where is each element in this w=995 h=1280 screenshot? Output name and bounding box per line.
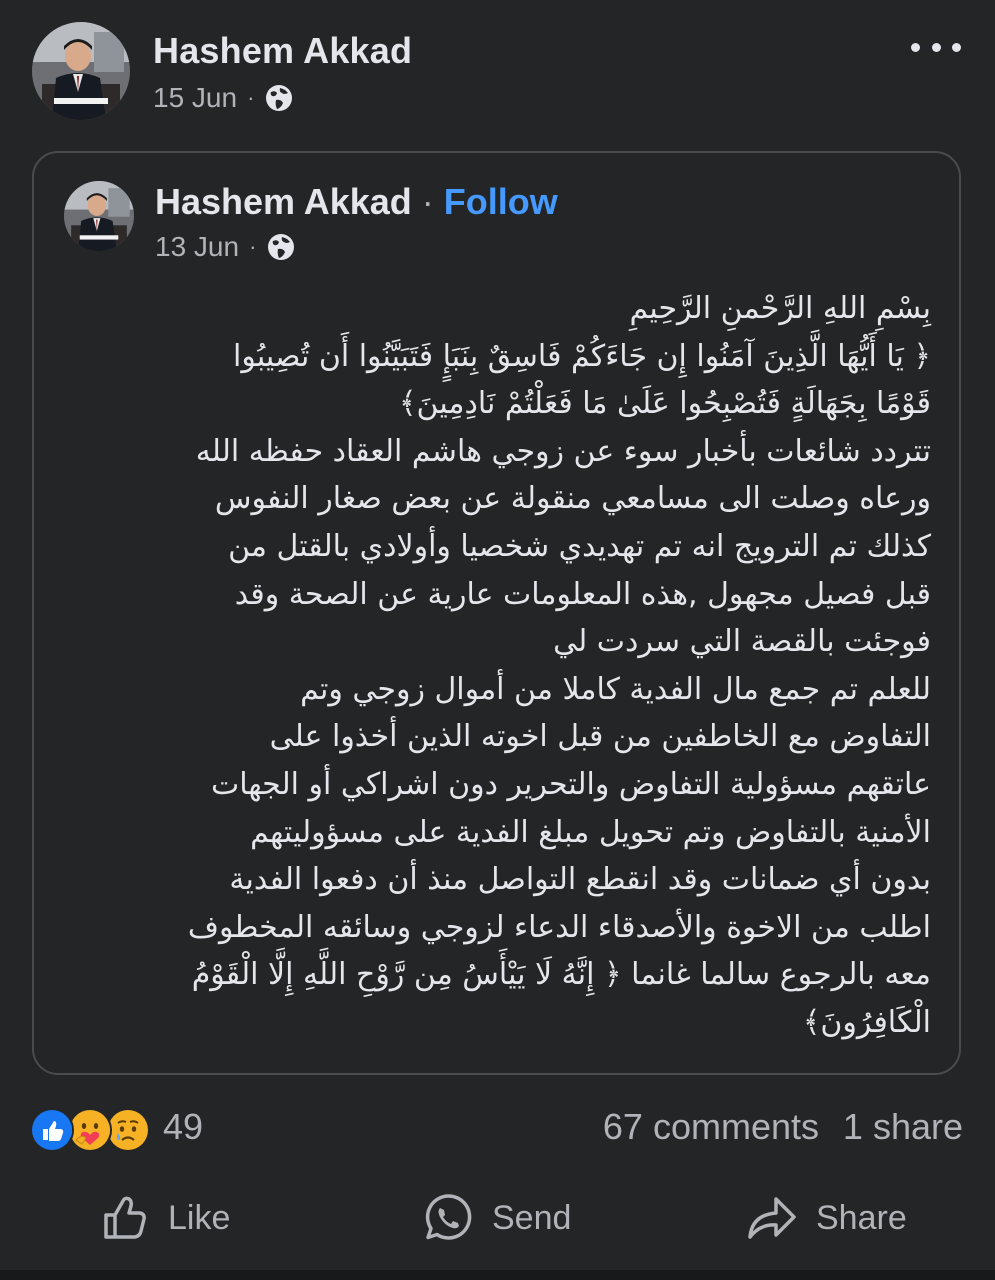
- reaction-count[interactable]: 49: [163, 1106, 203, 1148]
- comments-count[interactable]: 67 comments: [603, 1106, 819, 1148]
- post-text-line: الأمنية بالتفاوض وتم تحويل مبلغ الفدية ع…: [250, 814, 931, 850]
- sad-reaction-icon: [106, 1108, 150, 1152]
- whatsapp-icon: [425, 1194, 472, 1240]
- post-meta: 15 Jun ·: [153, 82, 294, 114]
- like-reaction-icon: [30, 1108, 74, 1152]
- post-text-line: فوجئت بالقصة التي سردت لي: [553, 624, 931, 660]
- author-name[interactable]: Hashem Akkad: [153, 30, 412, 72]
- post-text-line: تتردد شائعات بأخبار سوء عن زوجي هاشم الع…: [195, 433, 931, 469]
- post-date[interactable]: 15 Jun: [153, 82, 237, 114]
- shared-post-meta: 13 Jun ·: [155, 231, 296, 263]
- avatar-image: [64, 181, 134, 251]
- more-options-icon[interactable]: [911, 32, 961, 62]
- thumbs-up-icon: [104, 1196, 146, 1239]
- action-bar: Like Send Share: [0, 1180, 995, 1260]
- share-label: Share: [816, 1198, 907, 1237]
- post-text-line: اطلب من الاخوة والأصدقاء الدعاء لزوجي وس…: [187, 909, 931, 945]
- name-separator: ·: [421, 181, 434, 222]
- like-label: Like: [168, 1198, 231, 1237]
- like-button[interactable]: Like: [100, 1190, 230, 1246]
- shared-post-card[interactable]: Hashem Akkad · Follow 13 Jun · بِسْمِ ال…: [32, 151, 961, 1075]
- bottom-divider: [0, 1270, 995, 1280]
- post-text-line: للعلم تم جمع مال الفدية كاملا من أموال ز…: [300, 671, 931, 707]
- share-arrow-icon: [748, 1197, 796, 1239]
- send-label: Send: [492, 1198, 572, 1237]
- shared-post-text: بِسْمِ اللهِ الرَّحْمنِ الرَّحِيمِ ﴿ يَا …: [61, 285, 931, 1047]
- post-text-line: قَوْمًا بِجَهَالَةٍ فَتُصْبِحُوا عَلَىٰ …: [398, 386, 931, 422]
- globe-icon: [266, 85, 293, 111]
- shared-author-row: Hashem Akkad · Follow: [155, 181, 558, 223]
- share-button[interactable]: Share: [746, 1190, 907, 1246]
- reaction-icons[interactable]: [30, 1108, 160, 1152]
- post-text-line: بِسْمِ اللهِ الرَّحْمنِ الرَّحِيمِ: [629, 291, 931, 326]
- post-text-line: كذلك تم الترويج انه تم تهديدي شخصيا وأول…: [228, 528, 931, 564]
- shared-author-avatar[interactable]: [64, 181, 134, 251]
- post-text-line: ﴿ يَا أَيُّهَا الَّذِينَ آمَنُوا إِن جَا…: [232, 338, 931, 374]
- post-text-line: عاتقهم مسؤولية التفاوض والتحرير دون اشرا…: [210, 766, 931, 802]
- care-reaction-icon: [68, 1108, 112, 1152]
- meta-separator: ·: [247, 85, 255, 110]
- post-header: Hashem Akkad 15 Jun ·: [32, 22, 967, 122]
- author-avatar[interactable]: [32, 22, 130, 120]
- send-button[interactable]: Send: [422, 1190, 571, 1246]
- shared-author-name[interactable]: Hashem Akkad: [155, 181, 412, 223]
- globe-icon: [268, 234, 295, 260]
- post-text-line: بدون أي ضمانات وقد انقطع التواصل منذ أن …: [229, 862, 931, 898]
- post-text-line: قبل فصيل مجهول ,هذه المعلومات عارية عن ا…: [234, 576, 931, 612]
- shared-post-date[interactable]: 13 Jun: [155, 231, 239, 263]
- shares-count[interactable]: 1 share: [843, 1106, 963, 1148]
- post-text-line: ورعاه وصلت الى مسامعي منقولة عن بعض صغار…: [214, 481, 931, 517]
- follow-button[interactable]: Follow: [444, 181, 558, 223]
- post-text-line: الْكَافِرُونَ﴾: [802, 1004, 931, 1040]
- meta-separator: ·: [249, 234, 257, 259]
- post-text-line: التفاوض مع الخاطفين من قبل اخوته الذين أ…: [269, 719, 931, 755]
- post-text-line: معه بالرجوع سالما غانما ﴿ إِنَّهُ لَا يَ…: [191, 957, 931, 993]
- engagement-summary: 49 67 comments 1 share: [30, 1104, 965, 1152]
- avatar-image: [32, 22, 130, 120]
